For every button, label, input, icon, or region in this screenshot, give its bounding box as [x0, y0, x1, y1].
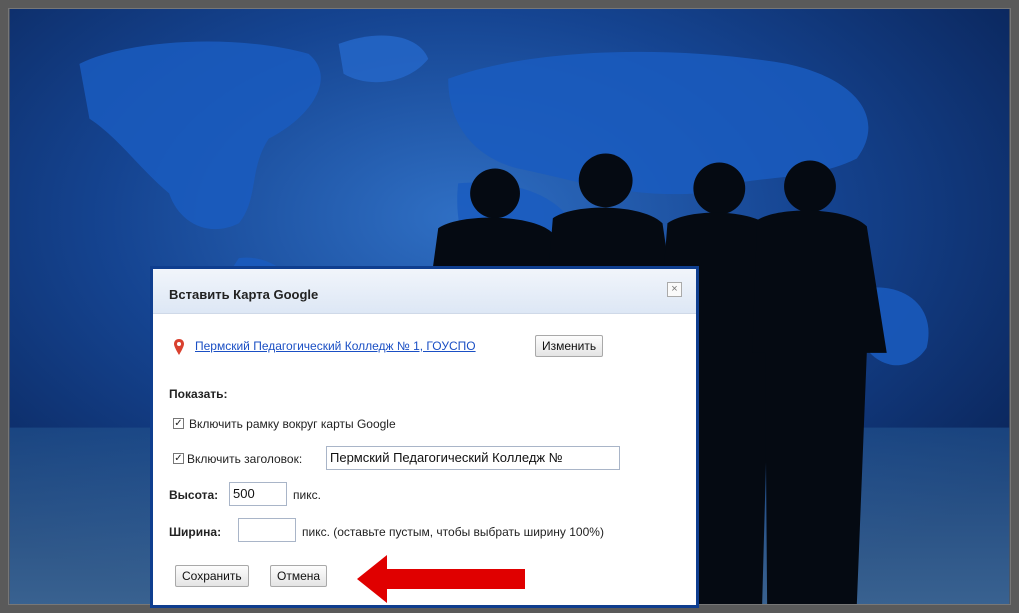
dialog-title: Вставить Карта Google — [169, 287, 319, 302]
show-label: Показать: — [169, 387, 228, 401]
height-input[interactable]: 500 — [229, 482, 287, 506]
title-checkbox-label: Включить заголовок: — [187, 452, 303, 466]
title-input[interactable]: Пермский Педагогический Колледж № — [326, 446, 620, 470]
cancel-button[interactable]: Отмена — [270, 565, 328, 587]
location-link[interactable]: Пермский Педагогический Колледж № 1, ГОУ… — [195, 339, 476, 353]
save-button[interactable]: Сохранить — [175, 565, 249, 587]
width-input[interactable] — [238, 518, 296, 542]
map-pin-icon — [174, 339, 184, 355]
close-icon[interactable]: × — [667, 282, 682, 297]
red-arrow-icon — [357, 555, 525, 603]
dialog-header: Вставить Карта Google × — [153, 269, 696, 314]
title-checkbox[interactable]: ✓ — [173, 453, 184, 464]
frame-checkbox-label: Включить рамку вокруг карты Google — [189, 417, 396, 431]
height-label: Высота: — [169, 488, 219, 502]
change-location-button[interactable]: Изменить — [535, 335, 604, 357]
width-label: Ширина: — [169, 525, 222, 539]
width-unit-note: пикс. (оставьте пустым, чтобы выбрать ши… — [302, 525, 604, 539]
frame-checkbox[interactable]: ✓ — [173, 418, 184, 429]
height-unit: пикс. — [293, 488, 321, 502]
